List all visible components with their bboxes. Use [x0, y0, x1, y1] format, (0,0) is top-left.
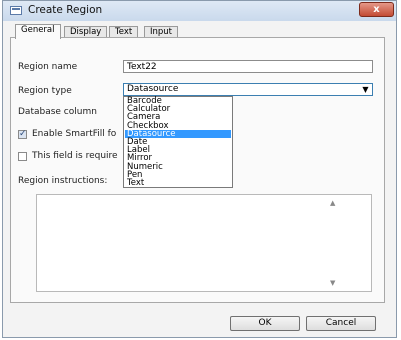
cancel-button[interactable]: Cancel — [306, 316, 376, 331]
region-type-dropdown: Barcode Calculator Camera Checkbox Datas… — [123, 96, 233, 188]
scroll-down-icon[interactable]: ▼ — [330, 279, 335, 287]
smartfill-checkbox[interactable] — [18, 129, 27, 139]
scroll-up-icon[interactable]: ▲ — [330, 199, 335, 207]
smartfill-label: Enable SmartFill fo — [32, 129, 117, 139]
chevron-down-icon[interactable]: ▼ — [360, 84, 371, 95]
tab-general[interactable]: General — [15, 24, 61, 39]
region-type-value: Datasource — [127, 84, 179, 94]
database-column-label: Database column — [18, 107, 97, 117]
required-checkbox[interactable] — [18, 152, 27, 161]
region-type-select[interactable]: Datasource ▼ — [123, 83, 373, 96]
close-button[interactable]: x — [359, 2, 394, 17]
dropdown-option-text[interactable]: Text — [125, 179, 231, 188]
required-label: This field is require — [32, 151, 118, 161]
ok-button[interactable]: OK — [230, 316, 300, 331]
window-title: Create Region — [28, 4, 103, 16]
window-icon — [10, 6, 22, 15]
region-type-label: Region type — [18, 86, 72, 96]
instructions-label: Region instructions: — [18, 176, 108, 186]
region-name-field[interactable]: Text22 — [123, 60, 373, 73]
region-name-label: Region name — [18, 62, 78, 72]
instructions-textarea[interactable] — [36, 194, 372, 292]
